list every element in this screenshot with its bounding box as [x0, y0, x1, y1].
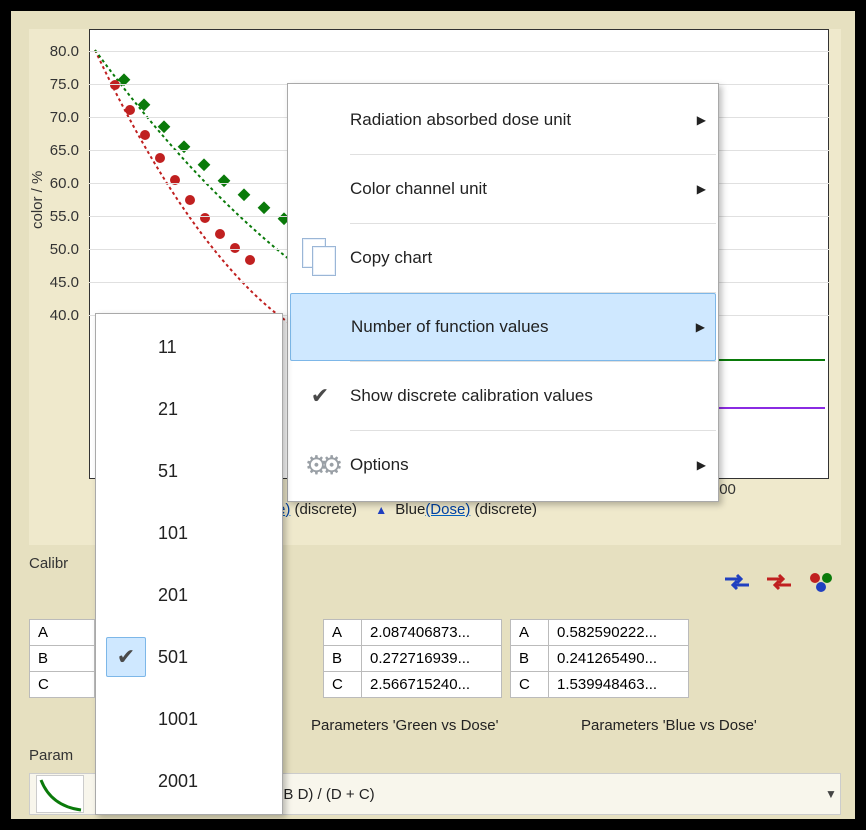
submenu-item-label: 2001 [154, 771, 270, 792]
caption-green: Parameters 'Green vs Dose' [311, 717, 498, 734]
menu-radiation-dose-unit[interactable]: Radiation absorbed dose unit ▶ [290, 86, 716, 154]
menu-show-discrete-values[interactable]: ✔ Show discrete calibration values [290, 362, 716, 430]
chart-y-tick: 75.0 [35, 76, 79, 93]
chart-y-tick: 55.0 [35, 208, 79, 225]
submenu-item-11[interactable]: 11 [98, 316, 280, 378]
legend-blue-marker: ▲ [375, 503, 387, 517]
submenu-item-21[interactable]: 21 [98, 378, 280, 440]
calibration-section-label: Calibr [29, 555, 68, 572]
copy-icon [302, 238, 338, 278]
chart-y-tick: 70.0 [35, 109, 79, 126]
param-section-label: Param [29, 747, 73, 764]
submenu-item-51[interactable]: 51 [98, 440, 280, 502]
param-table-blue: A0.582590222... B0.241265490... C1.53994… [510, 619, 689, 698]
dropdown-arrow-icon[interactable]: ▼ [822, 787, 840, 801]
chart-y-tick: 40.0 [35, 307, 79, 324]
menu-color-channel-unit[interactable]: Color channel unit ▶ [290, 155, 716, 223]
menu-number-of-function-values[interactable]: Number of function values ▶ [290, 293, 716, 361]
submenu-item-1001[interactable]: 1001 [98, 688, 280, 750]
param-table-green: A2.087406873... B0.272716939... C2.56671… [323, 619, 502, 698]
menu-copy-chart[interactable]: Copy chart [290, 224, 716, 292]
check-icon: ✔ [311, 383, 329, 409]
submenu-item-label: 11 [154, 337, 270, 358]
gear-icon: ⚙⚙ [305, 450, 336, 481]
submenu-item-label: 101 [154, 523, 270, 544]
chart-y-tick: 65.0 [35, 142, 79, 159]
submenu-item-201[interactable]: 201 [98, 564, 280, 626]
swap-red-icon[interactable] [765, 571, 793, 593]
chart-context-menu: Radiation absorbed dose unit ▶ Color cha… [287, 83, 719, 502]
submenu-item-2001[interactable]: 2001 [98, 750, 280, 812]
chart-y-tick: 80.0 [35, 43, 79, 60]
submenu-item-label: 501 [154, 647, 270, 668]
submenu-item-label: 21 [154, 399, 270, 420]
submenu-arrow-icon: ▶ [697, 182, 706, 196]
swap-blue-icon[interactable] [723, 571, 751, 593]
submenu-item-label: 51 [154, 461, 270, 482]
function-values-submenu: 11 21 51 101 201 ✔ 501 1001 2001 [95, 313, 283, 815]
chart-y-tick: 60.0 [35, 175, 79, 192]
caption-blue: Parameters 'Blue vs Dose' [581, 717, 757, 734]
chart-y-tick: 50.0 [35, 241, 79, 258]
menu-options[interactable]: ⚙⚙ Options ▶ [290, 431, 716, 499]
submenu-item-501[interactable]: ✔ 501 [98, 626, 280, 688]
check-icon: ✔ [117, 644, 135, 670]
submenu-arrow-icon: ▶ [696, 320, 705, 334]
parameter-toolbar [723, 571, 835, 593]
submenu-item-label: 201 [154, 585, 270, 606]
formula-thumbnail-icon [36, 775, 84, 813]
submenu-item-label: 1001 [154, 709, 270, 730]
submenu-arrow-icon: ▶ [697, 113, 706, 127]
chart-y-tick: 45.0 [35, 274, 79, 291]
submenu-item-101[interactable]: 101 [98, 502, 280, 564]
rgb-dots-icon[interactable] [807, 571, 835, 593]
submenu-arrow-icon: ▶ [697, 458, 706, 472]
app-window: color / % [8, 8, 858, 822]
param-table-1: A B C [29, 619, 95, 698]
